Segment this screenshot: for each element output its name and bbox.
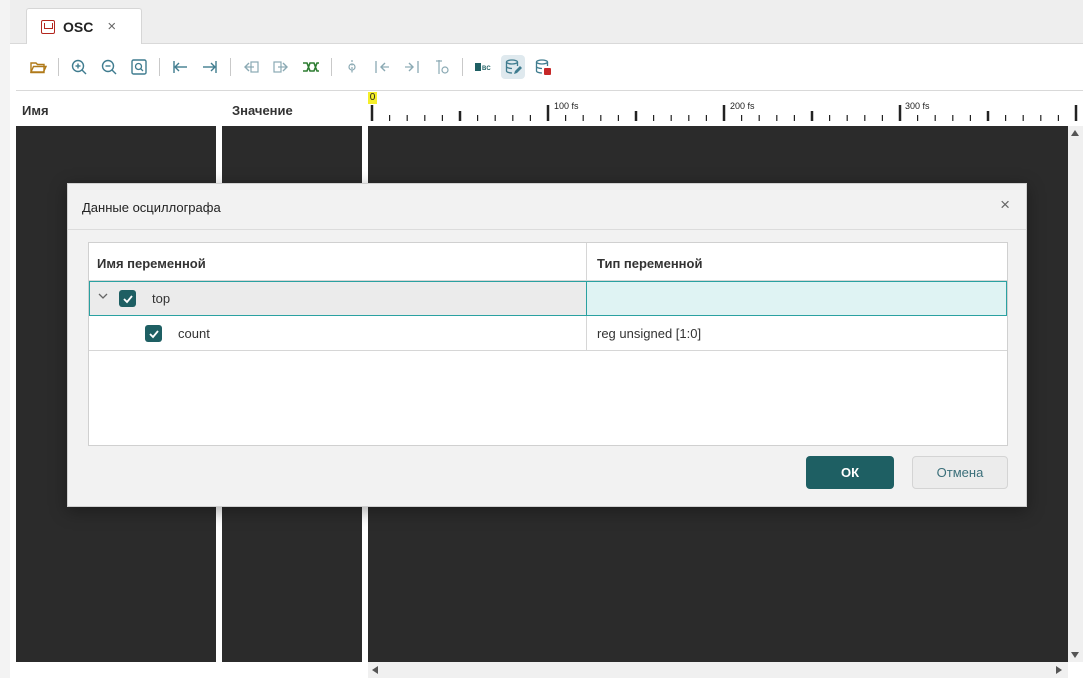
var-name-header: Имя переменной bbox=[97, 256, 206, 271]
tree-row-count[interactable]: count reg unsigned [1:0] bbox=[89, 316, 1007, 351]
toolbar-separator bbox=[230, 58, 231, 76]
toolbar: BC bbox=[10, 44, 1083, 90]
text-format-icon[interactable]: BC bbox=[471, 55, 495, 79]
dialog-close-icon[interactable]: × bbox=[1000, 196, 1010, 213]
tree-row-top[interactable]: top bbox=[89, 281, 1007, 316]
dialog-separator bbox=[68, 229, 1026, 230]
oscilloscope-data-dialog: Данные осциллографа × Имя переменной Тип… bbox=[67, 183, 1027, 507]
chevron-down-icon[interactable] bbox=[97, 290, 109, 305]
svg-text:BC: BC bbox=[482, 66, 491, 72]
toolbar-separator bbox=[58, 58, 59, 76]
zoom-fit-icon[interactable] bbox=[127, 55, 151, 79]
ruler-label-100: 100 fs bbox=[554, 101, 579, 111]
ruler-label-300: 300 fs bbox=[905, 101, 930, 111]
cancel-button[interactable]: Отмена bbox=[912, 456, 1008, 489]
column-name-header: Имя bbox=[22, 103, 49, 118]
zoom-out-icon[interactable] bbox=[97, 55, 121, 79]
scroll-right-arrow-icon[interactable] bbox=[1056, 666, 1062, 674]
ok-button[interactable]: ОК bbox=[806, 456, 894, 489]
marker-settings-icon[interactable] bbox=[430, 55, 454, 79]
scroll-down-arrow-icon[interactable] bbox=[1071, 652, 1079, 658]
database-edit-icon[interactable] bbox=[501, 55, 525, 79]
cursor-marker[interactable]: 0 bbox=[368, 92, 377, 104]
tree-item-type: reg unsigned [1:0] bbox=[597, 326, 702, 341]
database-export-icon[interactable] bbox=[531, 55, 555, 79]
header-divider bbox=[586, 243, 587, 281]
next-marker-icon[interactable] bbox=[400, 55, 424, 79]
next-edge-icon[interactable] bbox=[269, 55, 293, 79]
tab-osc[interactable]: OSC × bbox=[26, 8, 142, 44]
left-edge bbox=[0, 0, 10, 678]
go-start-icon[interactable] bbox=[168, 55, 192, 79]
toolbar-separator bbox=[159, 58, 160, 76]
zoom-in-icon[interactable] bbox=[67, 55, 91, 79]
scroll-left-arrow-icon[interactable] bbox=[372, 666, 378, 674]
tab-bar: OSC × bbox=[10, 0, 1083, 44]
tab-label: OSC bbox=[63, 18, 94, 35]
variables-tree: Имя переменной Тип переменной top count … bbox=[88, 242, 1008, 446]
horizontal-scrollbar[interactable] bbox=[368, 662, 1068, 678]
toolbar-separator bbox=[331, 58, 332, 76]
bus-icon[interactable] bbox=[299, 55, 323, 79]
signal-headers: Имя Значение 0 100 fs 200 fs 300 fs bbox=[16, 90, 1083, 125]
tree-header: Имя переменной Тип переменной bbox=[89, 243, 1007, 281]
prev-edge-icon[interactable] bbox=[239, 55, 263, 79]
dialog-title: Данные осциллографа bbox=[82, 200, 221, 215]
time-ruler[interactable]: 0 100 fs 200 fs 300 fs bbox=[368, 91, 1083, 126]
waveform-viewer-window: OSC × BC Имя Значение 0 100 fs 200 fs 30… bbox=[0, 0, 1083, 678]
tab-close-icon[interactable]: × bbox=[107, 19, 116, 34]
column-value-header: Значение bbox=[232, 103, 293, 118]
cell-divider bbox=[586, 316, 587, 351]
checkbox-top[interactable] bbox=[119, 290, 136, 307]
var-type-header: Тип переменной bbox=[597, 256, 703, 271]
add-marker-icon[interactable] bbox=[340, 55, 364, 79]
ruler-label-200: 200 fs bbox=[730, 101, 755, 111]
prev-marker-icon[interactable] bbox=[370, 55, 394, 79]
tree-item-label: top bbox=[152, 291, 171, 306]
scroll-up-arrow-icon[interactable] bbox=[1071, 130, 1079, 136]
go-end-icon[interactable] bbox=[198, 55, 222, 79]
waveform-file-icon bbox=[41, 19, 55, 34]
tree-cell-type bbox=[586, 281, 1007, 316]
checkbox-count[interactable] bbox=[145, 325, 162, 342]
open-folder-icon[interactable] bbox=[26, 55, 50, 79]
toolbar-separator bbox=[462, 58, 463, 76]
tree-item-label: count bbox=[178, 326, 210, 341]
vertical-scrollbar[interactable] bbox=[1068, 126, 1083, 662]
